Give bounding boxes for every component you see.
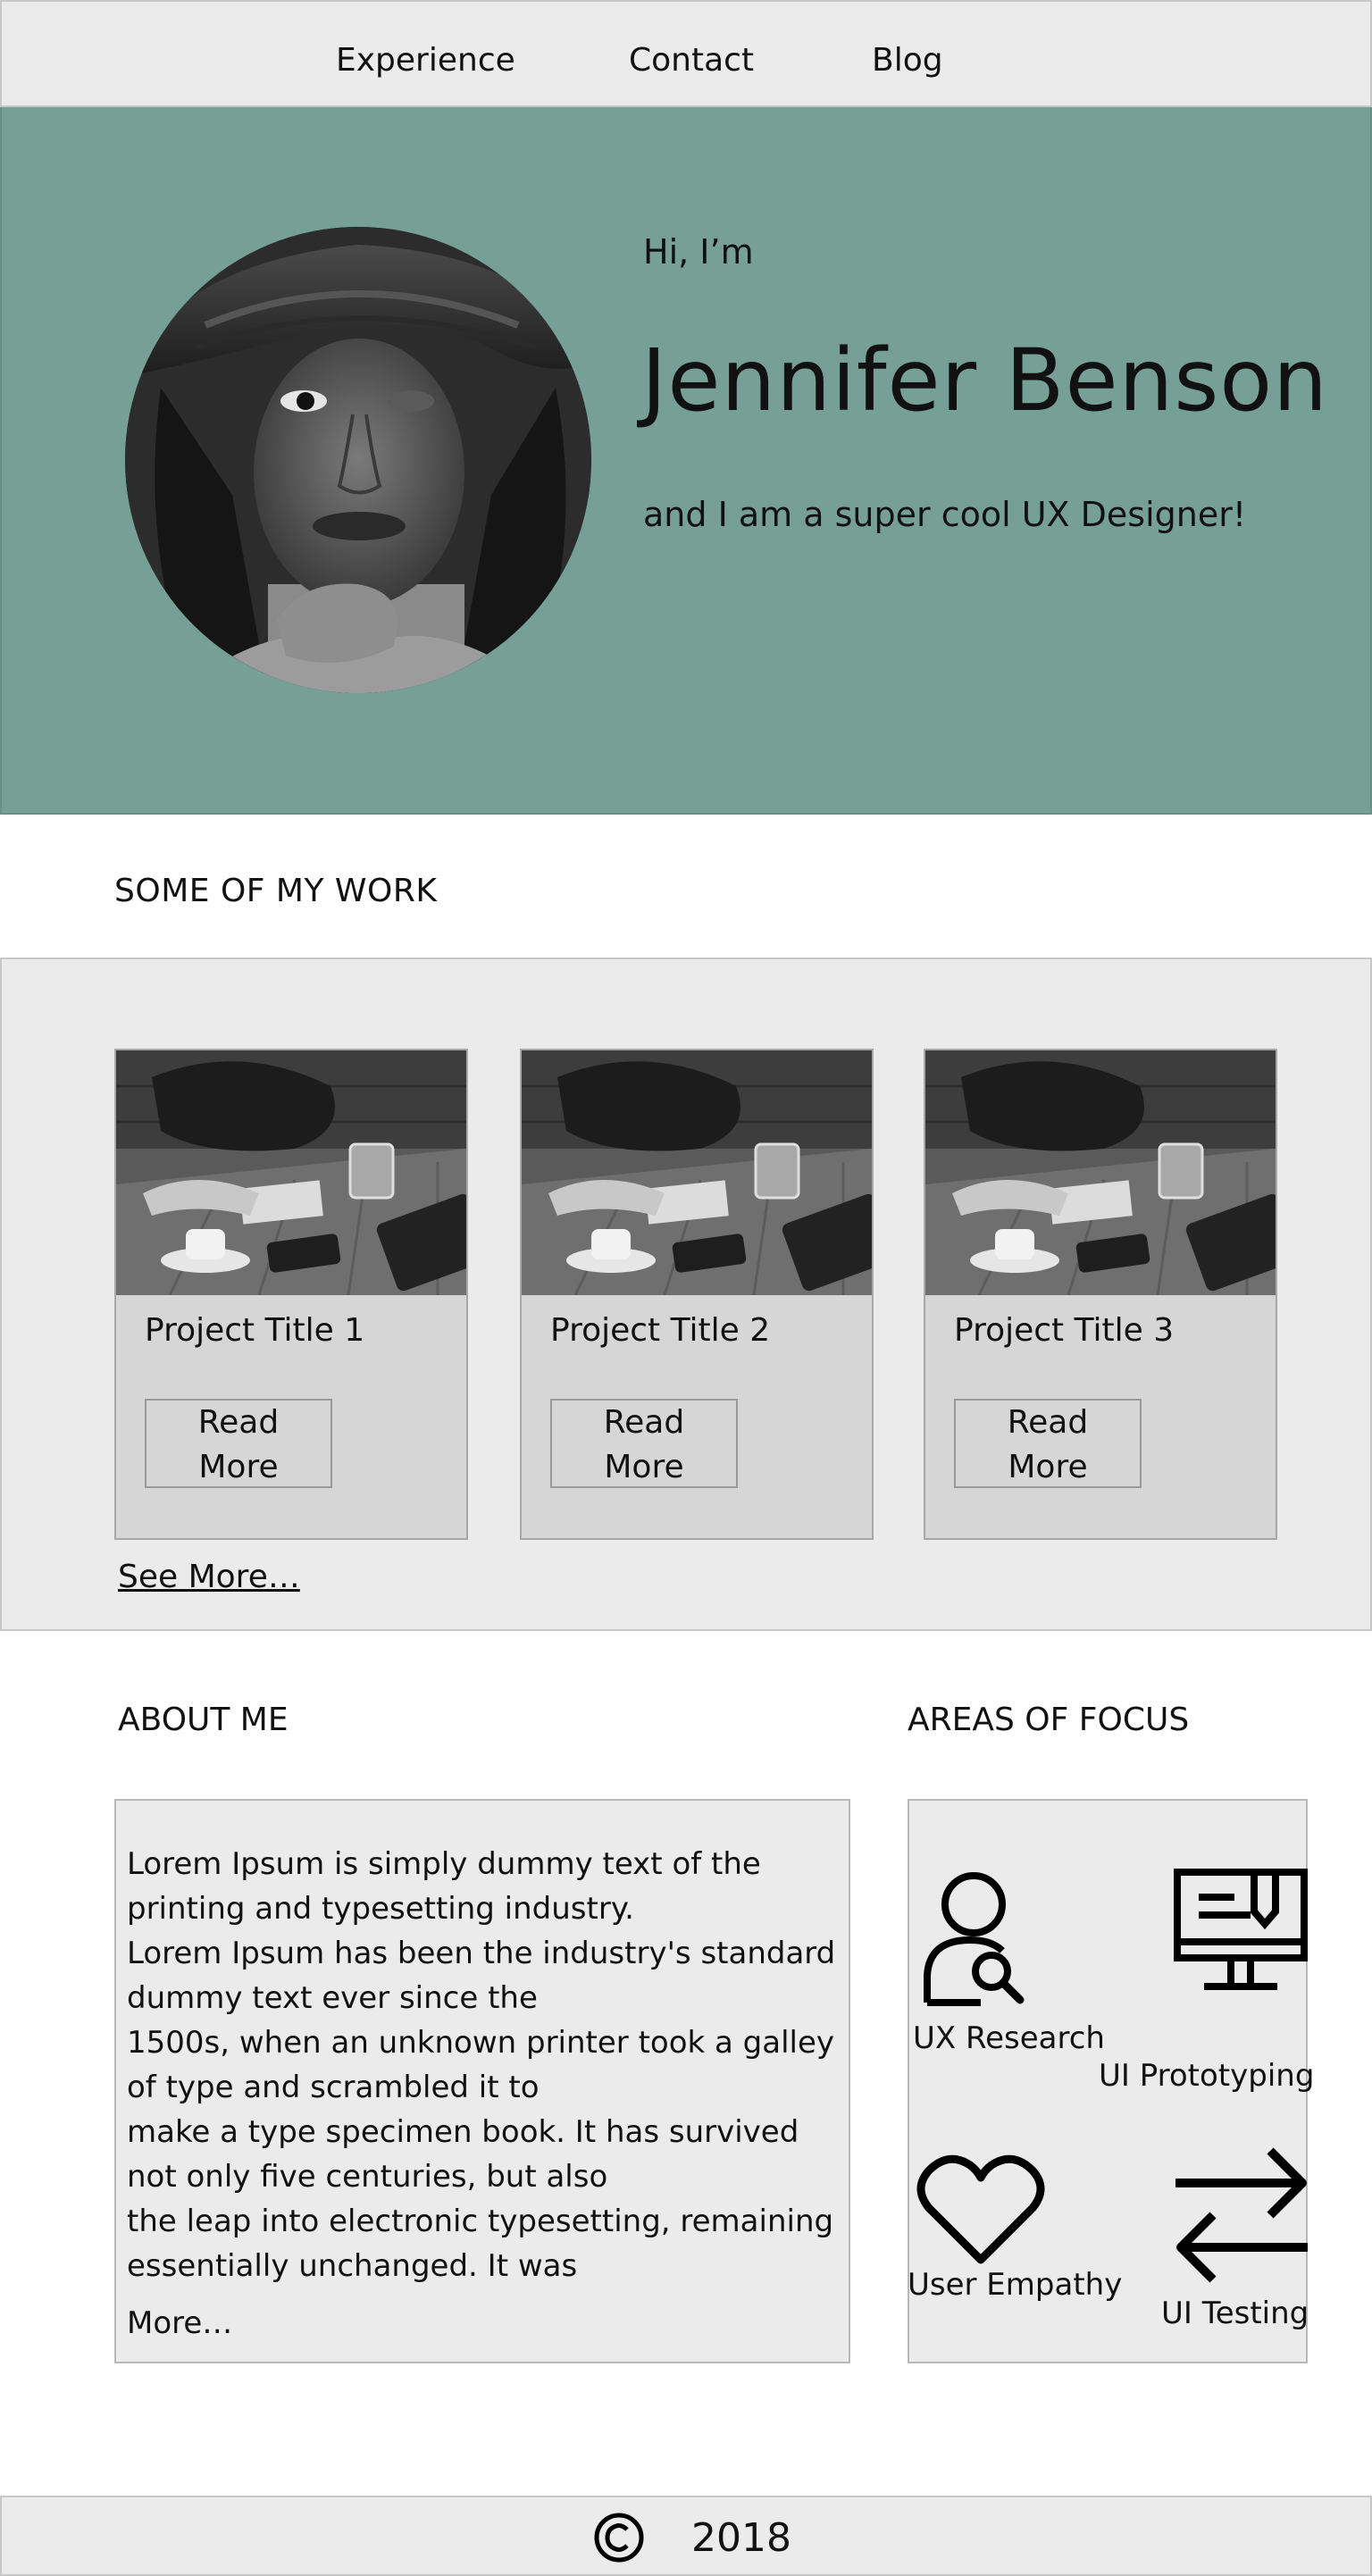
focus-heading: AREAS OF FOCUS bbox=[908, 1702, 1190, 1738]
project-image bbox=[925, 1050, 1276, 1295]
profile-photo-image bbox=[125, 227, 591, 693]
focus-label-ux-research: UX Research bbox=[913, 2020, 1105, 2056]
project-image bbox=[116, 1050, 466, 1295]
swap-arrows-icon bbox=[1175, 2147, 1308, 2283]
profile-photo bbox=[125, 227, 591, 693]
read-more-button[interactable]: Read More bbox=[145, 1399, 332, 1488]
about-more-link[interactable]: More… bbox=[127, 2301, 232, 2346]
focus-label-ui-testing: UI Testing bbox=[1161, 2296, 1309, 2331]
project-photo bbox=[116, 1050, 466, 1295]
hero-greeting: Hi, I’m bbox=[643, 232, 754, 272]
hero-tagline: and I am a super cool UX Designer! bbox=[643, 495, 1247, 534]
nav-link-contact[interactable]: Contact bbox=[629, 39, 754, 82]
copyright-icon bbox=[594, 2513, 644, 2563]
project-photo bbox=[925, 1050, 1276, 1295]
about-text: Lorem Ipsum is simply dummy text of the … bbox=[127, 1846, 836, 2284]
see-more-link[interactable]: See More… bbox=[118, 1556, 300, 1599]
read-more-button[interactable]: Read More bbox=[550, 1399, 738, 1488]
focus-panel: UX Research UI Prototyping User Empathy … bbox=[908, 1799, 1314, 2363]
monitor-design-icon bbox=[1174, 1869, 1308, 1990]
read-more-button[interactable]: Read More bbox=[954, 1399, 1142, 1488]
about-panel: Lorem Ipsum is simply dummy text of the … bbox=[114, 1799, 850, 2363]
project-photo bbox=[522, 1050, 872, 1295]
project-card: Project Title 2 Read More bbox=[520, 1049, 874, 1540]
project-card: Project Title 3 Read More bbox=[924, 1049, 1277, 1540]
nav-link-blog[interactable]: Blog bbox=[872, 39, 943, 82]
focus-label-ui-prototyping: UI Prototyping bbox=[1099, 2058, 1315, 2094]
project-card: Project Title 1 Read More bbox=[114, 1049, 468, 1540]
user-search-icon bbox=[924, 1872, 1025, 2006]
focus-label-user-empathy: User Empathy bbox=[908, 2267, 1123, 2303]
footer bbox=[0, 2496, 1372, 2576]
project-title: Project Title 1 bbox=[145, 1312, 365, 1349]
hero-name: Jennifer Benson bbox=[641, 330, 1328, 431]
project-title: Project Title 2 bbox=[550, 1312, 771, 1349]
work-section-heading: SOME OF MY WORK bbox=[114, 873, 438, 909]
nav-link-experience[interactable]: Experience bbox=[336, 39, 515, 82]
project-image bbox=[522, 1050, 872, 1295]
footer-year: 2018 bbox=[691, 2515, 791, 2561]
about-heading: ABOUT ME bbox=[118, 1702, 289, 1738]
heart-icon bbox=[916, 2154, 1045, 2264]
project-title: Project Title 3 bbox=[954, 1312, 1175, 1349]
